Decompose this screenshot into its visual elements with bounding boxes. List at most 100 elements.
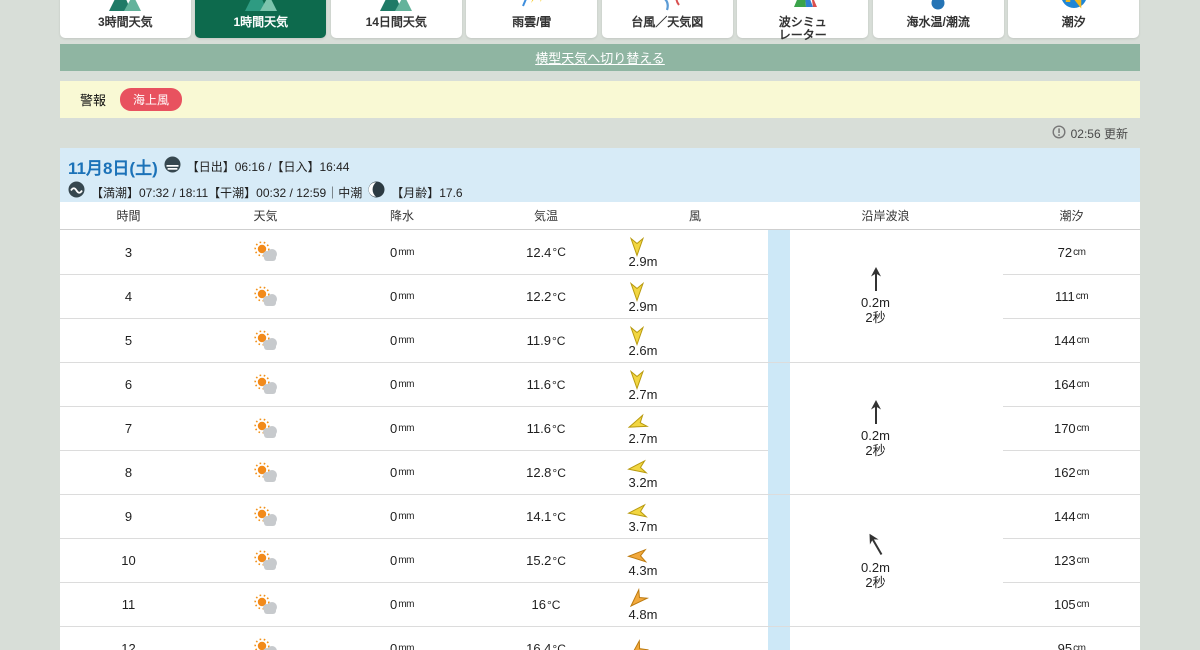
tab-typhoon-weather-map[interactable]: 台風／天気図: [601, 0, 733, 38]
wind-cell: 2.9m: [622, 230, 768, 274]
wave-period: 2秒: [865, 310, 886, 325]
precip-value: 0 mm: [390, 333, 414, 348]
tide-value: 162 cm: [1003, 450, 1140, 494]
weather-page: 3時間天気 1時間天気 14日間天気 雨雲/雷 台風／天気図 波シミュ レーター…: [0, 0, 1200, 650]
wind-cell: 4.3m: [622, 539, 768, 582]
tab-label: 台風／天気図: [631, 15, 704, 29]
wind-speed: 2.7m: [628, 430, 658, 446]
wave-group-1: 0.2m 2秒: [768, 230, 1003, 362]
tab-1hour-weather[interactable]: 1時間天気: [195, 0, 327, 38]
tab-sea-temp-current[interactable]: 海水温/潮流: [872, 0, 1004, 38]
tab-label: 14日間天気: [365, 15, 427, 29]
partly-cloudy-icon: [197, 363, 334, 406]
tab-3hour-weather[interactable]: 3時間天気: [60, 0, 191, 38]
tide-times-text: 【満潮】07:32 / 18:11【干潮】00:32 / 12:59｜中潮: [91, 185, 363, 200]
tide-value: 72 cm: [1057, 244, 1086, 260]
temp-value: 15.2 °C: [526, 553, 566, 568]
hour-value: 8: [124, 465, 133, 480]
tide-wave-icon: [68, 181, 85, 203]
tab-wave-simulator[interactable]: 波シミュ レーター: [737, 0, 869, 42]
wind-cell: 2.7m: [622, 407, 768, 450]
tab-label: 潮汐: [1061, 15, 1086, 29]
wave-direction-arrow: [870, 267, 881, 291]
wave-period: 2秒: [865, 574, 886, 590]
tide-value: 144 cm: [1003, 494, 1140, 538]
wave-period: 2秒: [865, 442, 886, 458]
partly-cloudy-icon: [197, 319, 334, 362]
wave-group-2: 0.2m 2秒: [768, 362, 1003, 494]
wind-cell: [622, 627, 768, 650]
warning-label: 警報: [80, 93, 107, 108]
partly-cloudy-icon: [197, 407, 334, 450]
tab-tide[interactable]: 潮汐: [1008, 0, 1139, 38]
wave-height: 0.2m: [861, 295, 890, 310]
partly-cloudy-icon: [197, 539, 334, 582]
moon-age-text: 【月齢】17.6: [391, 185, 463, 200]
tide-value: 123 cm: [1003, 538, 1140, 582]
hour-value: 12: [121, 641, 136, 650]
tide-value: 164 cm: [1003, 362, 1140, 406]
tide-value: 95 cm: [1003, 626, 1140, 650]
wave-direction-arrow: [870, 399, 881, 424]
layout-switch-banner: 横型天気へ切り替える: [60, 44, 1140, 71]
moon-icon: [368, 181, 385, 203]
tide-icon: [1057, 0, 1091, 11]
mountain-sun-icon: [108, 0, 142, 11]
coastal-wave-column: 0.2m 2秒 0.2m 2秒 0.2m 2秒: [768, 230, 1003, 650]
temp-value: 12.4 °C: [526, 244, 566, 260]
rain-cloud-lightning-icon: [515, 0, 549, 11]
partly-cloudy-icon: [197, 495, 334, 538]
wind-speed: 3.7m: [628, 518, 658, 534]
wave-height: 0.2m: [861, 427, 890, 443]
partly-cloudy-icon: [197, 583, 334, 626]
partly-cloudy-icon: [197, 451, 334, 494]
tab-rain-radar-lightning[interactable]: 雨雲/雷: [466, 0, 598, 38]
sea-wind-warning-badge[interactable]: 海上風: [120, 88, 183, 111]
wind-speed: 2.7m: [628, 386, 658, 402]
temp-value: 16.4 °C: [526, 641, 566, 650]
weather-nav-tabs: 3時間天気 1時間天気 14日間天気 雨雲/雷 台風／天気図 波シミュ レーター…: [60, 0, 1140, 42]
precip-value: 0 mm: [390, 421, 414, 436]
wind-speed: 2.9m: [628, 298, 658, 314]
temp-value: 16 °C: [531, 597, 561, 612]
precip-value: 0 mm: [390, 509, 414, 524]
tab-label: 1時間天気: [233, 15, 289, 29]
wind-speed: 4.3m: [628, 562, 658, 578]
tab-14day-weather[interactable]: 14日間天気: [330, 0, 462, 38]
hour-value: 9: [124, 509, 133, 524]
wind-direction-arrow: [629, 639, 650, 650]
hour-value: 4: [124, 289, 133, 304]
col-header-temp: 気温: [533, 209, 558, 223]
update-time-line: 02:56 更新: [1052, 125, 1128, 142]
hour-value: 3: [124, 244, 133, 260]
wind-speed: 3.2m: [628, 474, 658, 490]
precip-value: 0 mm: [390, 377, 414, 392]
tide-value: 105 cm: [1003, 582, 1140, 626]
precip-value: 0 mm: [390, 641, 414, 650]
switch-to-horizontal-weather-link[interactable]: 横型天気へ切り替える: [535, 48, 665, 67]
hour-value: 11: [121, 597, 136, 612]
partly-cloudy-icon: [197, 230, 334, 274]
precip-value: 0 mm: [390, 244, 414, 260]
table-header-row: 時間 天気 降水 気温 風 沿岸波浪 潮汐: [60, 202, 1140, 230]
col-header-wind: 風: [688, 209, 701, 223]
col-header-coastal-waves: 沿岸波浪: [861, 209, 910, 223]
sea-temperature-icon: [921, 0, 955, 11]
col-header-weather: 天気: [253, 209, 278, 223]
temp-value: 11.6 °C: [526, 377, 566, 392]
hour-value: 5: [124, 333, 133, 348]
wind-cell: 2.9m: [622, 275, 768, 318]
wind-speed: 2.6m: [628, 342, 658, 358]
wind-cell: 2.7m: [622, 363, 768, 406]
wind-speed: 2.9m: [628, 254, 658, 269]
temp-value: 14.1 °C: [526, 509, 566, 524]
precip-value: 0 mm: [390, 553, 414, 568]
tab-label: 海水温/潮流: [906, 15, 970, 29]
mountain-sun-icon: [244, 0, 278, 11]
tab-label-line2: レーター: [778, 28, 827, 42]
precip-value: 0 mm: [390, 289, 414, 304]
hourly-forecast-table: 時間 天気 降水 気温 風 沿岸波浪 潮汐 3 0 mm 12.4 °C 2.9m …: [60, 202, 1140, 650]
typhoon-icon: [650, 0, 684, 11]
info-icon: [1052, 125, 1066, 142]
tide-value: 170 cm: [1003, 406, 1140, 450]
